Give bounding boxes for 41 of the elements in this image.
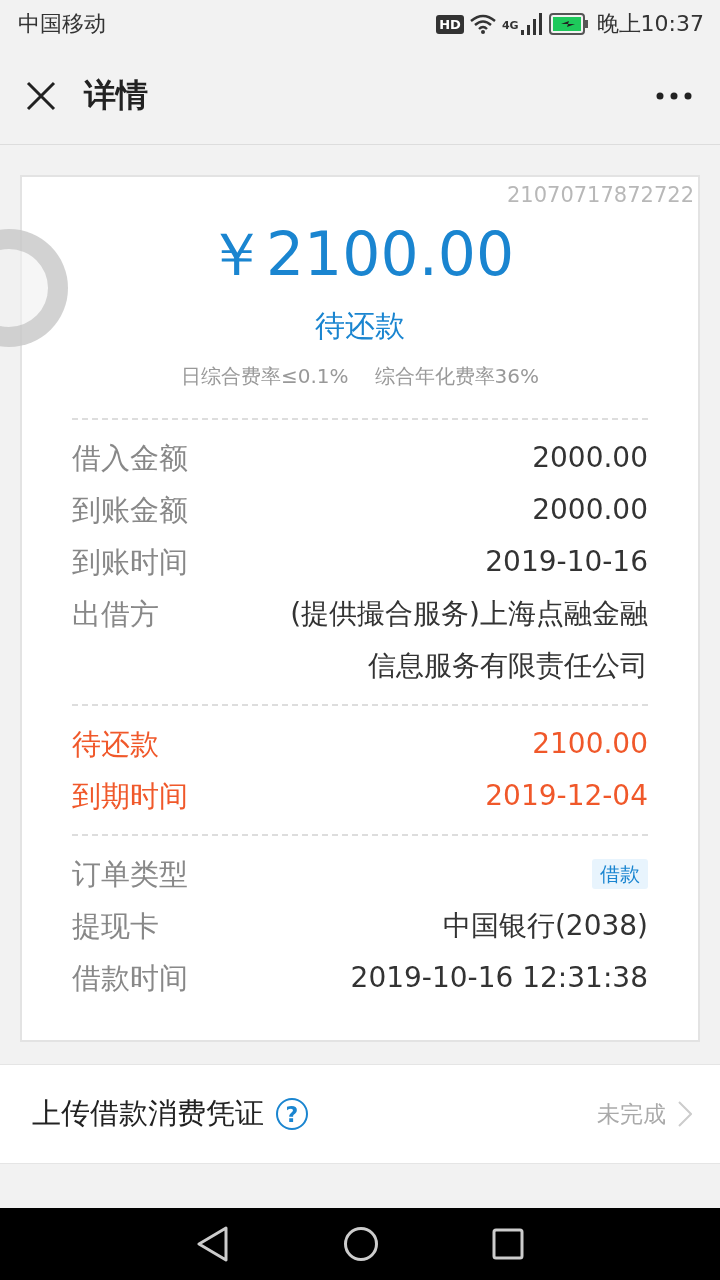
field-label: 提现卡 [72,908,159,945]
field-value: 2100.00 [532,726,648,762]
field-label: 到账金额 [72,492,188,529]
order-number: 21070717872722 [506,183,694,207]
wifi-icon [469,14,496,34]
help-icon[interactable]: ? [276,1098,308,1130]
field-label: 订单类型 [72,856,188,893]
chevron-icon [678,1101,692,1127]
field-value: 2019-10-16 [485,544,648,580]
field-value: 2000.00 [532,492,648,528]
field-value: 2019-10-16 12:31:38 [350,960,648,996]
rate-text: 日综合费率≤0.1% [181,363,349,390]
recents-icon[interactable] [491,1228,524,1260]
field-label: 待还款 [72,726,159,763]
field-label: 借入金额 [72,440,188,477]
page-title: 详情 [84,75,149,116]
field-label: 到账时间 [72,544,188,581]
status-text: 待还款 [314,307,406,345]
close-icon[interactable] [26,81,56,111]
upload-label: 上传借款消费凭证 [32,1095,264,1132]
amount-text: ￥2100.00 [204,218,516,291]
battery-icon [548,13,589,35]
field-label: 借款时间 [72,960,188,997]
field-value: 2019-12-04 [485,778,648,814]
hd-badge: HD [436,14,464,34]
clock-time: 晚上10:37 [596,10,704,38]
network-label: 4G [501,19,519,32]
field-value: 2000.00 [532,440,648,476]
field-value: 中国银行(2038) [442,908,648,944]
field-value: (提供撮合服务)上海点融金融信息服务有限责任公司 [289,596,648,684]
rate-text: 综合年化费率36% [374,363,539,390]
field-label: 到期时间 [72,778,188,815]
type-tag: 借款 [592,859,648,889]
upload-row[interactable]: 上传借款消费凭证 ? 未完成 [0,1064,720,1164]
back-icon[interactable] [196,1226,231,1262]
signal-icon [520,13,543,35]
field-label: 出借方 [72,596,159,633]
more-icon[interactable] [656,92,692,100]
home-icon[interactable] [343,1226,379,1262]
carrier-name: 中国移动 [18,10,106,38]
upload-state: 未完成 [597,1099,666,1129]
